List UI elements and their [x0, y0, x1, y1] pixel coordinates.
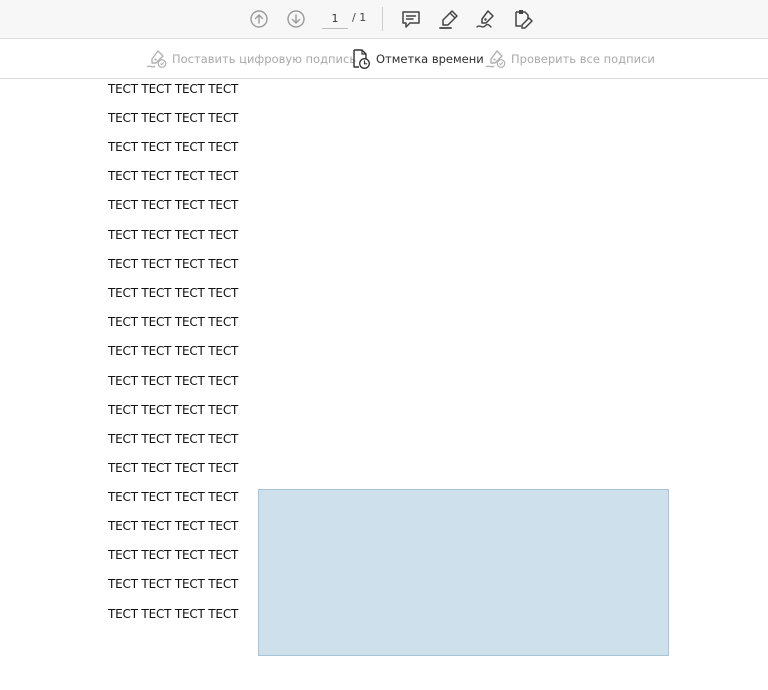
document-line: ТЕСТ ТЕСТ ТЕСТ ТЕСТ: [108, 403, 239, 417]
document-line: ТЕСТ ТЕСТ ТЕСТ ТЕСТ: [108, 607, 239, 621]
highlight-icon: [439, 10, 458, 29]
next-page-icon: [287, 10, 305, 28]
document-line: ТЕСТ ТЕСТ ТЕСТ ТЕСТ: [108, 519, 239, 533]
document-line: ТЕСТ ТЕСТ ТЕСТ ТЕСТ: [108, 432, 239, 446]
document-line: ТЕСТ ТЕСТ ТЕСТ ТЕСТ: [108, 140, 239, 154]
sign-button[interactable]: [474, 7, 498, 31]
pen-signature-icon: [146, 50, 167, 68]
toolbar-divider: [382, 7, 383, 31]
digital-signature-label: Поставить цифровую подпись: [172, 52, 357, 66]
prev-page-button[interactable]: [247, 7, 271, 31]
highlight-button[interactable]: [437, 7, 461, 31]
timestamp-label: Отметка времени: [376, 52, 484, 66]
document-line: ТЕСТ ТЕСТ ТЕСТ ТЕСТ: [108, 82, 239, 96]
document-line: ТЕСТ ТЕСТ ТЕСТ ТЕСТ: [108, 315, 239, 329]
document-line: ТЕСТ ТЕСТ ТЕСТ ТЕСТ: [108, 228, 239, 242]
page-total: / 1: [352, 11, 367, 24]
comment-icon: [402, 11, 420, 28]
next-page-button[interactable]: [284, 7, 308, 31]
document-line: ТЕСТ ТЕСТ ТЕСТ ТЕСТ: [108, 490, 239, 504]
document-line: ТЕСТ ТЕСТ ТЕСТ ТЕСТ: [108, 286, 239, 300]
document-line: ТЕСТ ТЕСТ ТЕСТ ТЕСТ: [108, 461, 239, 475]
document-line: ТЕСТ ТЕСТ ТЕСТ ТЕСТ: [108, 344, 239, 358]
verify-signature-icon: [485, 50, 506, 68]
document-page: ТЕСТ ТЕСТ ТЕСТ ТЕСТ ТЕСТ ТЕСТ ТЕСТ ТЕСТ …: [0, 79, 768, 690]
signature-toolbar: Поставить цифровую подпись Отметка време…: [0, 39, 768, 79]
fill-sign-button[interactable]: [511, 7, 535, 31]
fill-sign-icon: [515, 10, 533, 29]
main-toolbar: / 1: [0, 0, 768, 39]
prev-page-icon: [250, 10, 268, 28]
document-line: ТЕСТ ТЕСТ ТЕСТ ТЕСТ: [108, 577, 239, 591]
sign-icon: [476, 10, 494, 28]
timestamp-button[interactable]: Отметка времени: [350, 47, 484, 71]
document-line: ТЕСТ ТЕСТ ТЕСТ ТЕСТ: [108, 169, 239, 183]
document-line: ТЕСТ ТЕСТ ТЕСТ ТЕСТ: [108, 198, 239, 212]
digital-signature-button[interactable]: Поставить цифровую подпись: [146, 47, 356, 71]
document-line: ТЕСТ ТЕСТ ТЕСТ ТЕСТ: [108, 111, 239, 125]
document-clock-icon: [353, 49, 370, 69]
verify-signatures-label: Проверить все подписи: [511, 52, 655, 66]
signature-field[interactable]: [258, 489, 669, 656]
document-line: ТЕСТ ТЕСТ ТЕСТ ТЕСТ: [108, 548, 239, 562]
comment-button[interactable]: [399, 7, 423, 31]
page-number-input[interactable]: [322, 8, 348, 29]
document-line: ТЕСТ ТЕСТ ТЕСТ ТЕСТ: [108, 374, 239, 388]
document-line: ТЕСТ ТЕСТ ТЕСТ ТЕСТ: [108, 257, 239, 271]
verify-signatures-button[interactable]: Проверить все подписи: [485, 47, 655, 71]
